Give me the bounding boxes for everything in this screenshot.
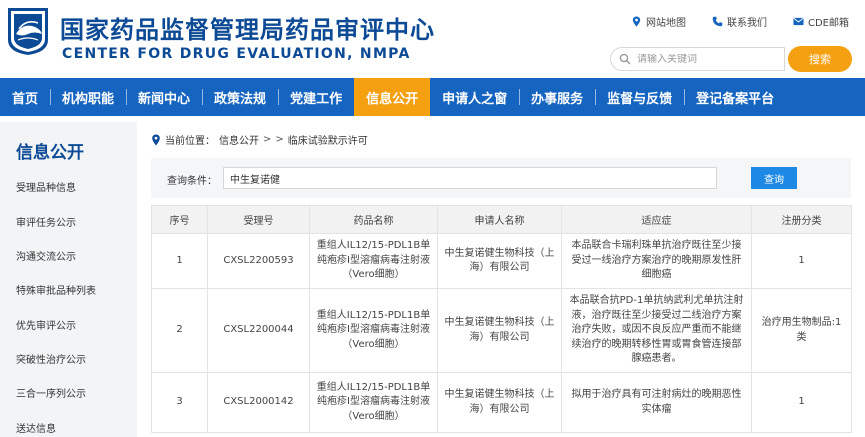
cell-indication: 拟用于治疗具有可注射病灶的晚期恶性实体瘤 [561,372,752,433]
search-icon [619,53,631,65]
cell-indication: 本品联合抗PD-1单抗纳武利尤单抗注射液，治疗既往至少接受过二线治疗方案治疗失败… [561,288,752,373]
sidebar: 信息公开 受理品种信息 审评任务公示 沟通交流公示 特殊审批品种列表 优先审评公… [0,122,137,437]
nav-functions[interactable]: 机构职能 [50,78,126,116]
sidebar-item-communication[interactable]: 沟通交流公示 [16,248,76,263]
table-row[interactable]: 3 CXSL2000142 重组人IL12/15-PDL1B单纯疱疹I型溶瘤病毒… [151,372,852,433]
cell-category: 1 [751,372,852,433]
sidebar-item-priority-review[interactable]: 优先审评公示 [16,317,76,332]
phone-icon [712,16,723,27]
sidebar-item-acceptance-info[interactable]: 受理品种信息 [16,179,76,194]
breadcrumb-info-disclosure[interactable]: 信息公开 [219,132,259,147]
breadcrumb-current: 临床试验默示许可 [287,136,368,147]
mail-link[interactable]: CDE邮箱 [793,14,849,29]
site-search-input[interactable] [637,53,777,65]
sidebar-item-three-in-one[interactable]: 三合一序列公示 [16,385,86,400]
sidebar-item-review-tasks[interactable]: 审评任务公示 [16,214,76,229]
col-header-category: 注册分类 [751,205,852,234]
cell-drug-name: 重组人IL12/15-PDL1B单纯疱疹Ⅰ型溶瘤病毒注射液（Vero细胞） [309,233,438,289]
col-header-drug-name: 药品名称 [309,205,438,234]
breadcrumb-prefix: 当前位置： [165,136,215,147]
site-title-cn: 国家药品监督管理局药品审评中心 [60,16,435,44]
sidebar-item-special-approval[interactable]: 特殊审批品种列表 [16,282,96,297]
cell-no: 2 [151,288,208,373]
nav-info-disclosure[interactable]: 信息公开 [354,78,431,116]
query-panel: 查询条件： 查询 [151,158,851,198]
sidebar-item-breakthrough[interactable]: 突破性治疗公示 [16,351,86,366]
sidebar-title: 信息公开 [16,143,84,163]
col-header-acceptance-no: 受理号 [207,205,310,234]
breadcrumb: 当前位置： 信息公开 > > 临床试验默示许可 [151,132,368,147]
nav-registration-platform[interactable]: 登记备案平台 [684,78,786,116]
nav-services[interactable]: 办事服务 [519,78,595,116]
sitemap-label: 网站地图 [645,18,686,29]
cde-logo-icon[interactable] [6,6,50,56]
site-search-button[interactable]: 搜索 [788,46,852,72]
site-header: 国家药品监督管理局药品审评中心 CENTER FOR DRUG EVALUATI… [0,0,865,78]
mail-icon [793,17,804,26]
nav-home[interactable]: 首页 [0,78,50,116]
nav-applicant-window[interactable]: 申请人之窗 [430,78,519,116]
cell-acceptance-no: CXSL2200593 [207,233,310,289]
contact-link[interactable]: 联系我们 [712,14,767,29]
cell-indication: 本品联合卡瑞利珠单抗治疗既往至少接受过一线治疗方案治疗的晚期原发性肝细胞癌 [561,233,752,289]
query-input[interactable] [223,167,717,189]
query-button[interactable]: 查询 [751,167,797,189]
nav-news[interactable]: 新闻中心 [126,78,202,116]
cell-category: 治疗用生物制品:1类 [751,288,852,373]
col-header-indication: 适应症 [561,205,752,234]
site-title-en: CENTER FOR DRUG EVALUATION, NMPA [62,46,411,62]
nav-policies[interactable]: 政策法规 [202,78,278,116]
cell-acceptance-no: CXSL2200044 [207,288,310,373]
nav-party-building[interactable]: 党建工作 [278,78,354,116]
cell-applicant: 中生复诺健生物科技（上海）有限公司 [437,233,562,289]
cell-no: 1 [151,233,208,289]
location-pin-icon [152,134,160,145]
main-nav: 首页 机构职能 新闻中心 政策法规 党建工作 信息公开 申请人之窗 办事服务 监… [0,78,865,116]
cell-category: 1 [751,233,852,289]
results-table: 序号 受理号 药品名称 申请人名称 适应症 注册分类 1 CXSL2200593… [151,205,852,433]
table-row[interactable]: 2 CXSL2200044 重组人IL12/15-PDL1B单纯疱疹Ⅰ型溶瘤病毒… [151,288,852,373]
table-row[interactable]: 1 CXSL2200593 重组人IL12/15-PDL1B单纯疱疹Ⅰ型溶瘤病毒… [151,233,852,289]
cell-drug-name: 重组人IL12/15-PDL1B单纯疱疹I型溶瘤病毒注射液（Vero细胞） [309,372,438,433]
cell-acceptance-no: CXSL2000142 [207,372,310,433]
map-pin-icon [632,16,641,27]
breadcrumb-separator: > [275,134,284,145]
breadcrumb-separator: > [263,134,272,145]
cell-applicant: 中生复诺健生物科技（上海）有限公司 [437,288,562,373]
sidebar-item-delivery-info[interactable]: 送达信息 [16,420,56,435]
cell-drug-name: 重组人IL12/15-PDL1B单纯疱疹Ⅰ型溶瘤病毒注射液（Vero细胞） [309,288,438,373]
nav-supervision-feedback[interactable]: 监督与反馈 [595,78,684,116]
top-links: 网站地图 联系我们 CDE邮箱 [631,14,849,29]
mail-label: CDE邮箱 [807,18,849,29]
cell-applicant: 中生复诺健生物科技（上海）有限公司 [437,372,562,433]
contact-label: 联系我们 [726,18,767,29]
sitemap-link[interactable]: 网站地图 [631,14,686,29]
cell-no: 3 [151,372,208,433]
site-search-box [610,47,785,71]
col-header-no: 序号 [151,205,208,234]
query-label: 查询条件： [167,176,217,187]
col-header-applicant: 申请人名称 [437,205,562,234]
table-header-row: 序号 受理号 药品名称 申请人名称 适应症 注册分类 [151,205,852,234]
